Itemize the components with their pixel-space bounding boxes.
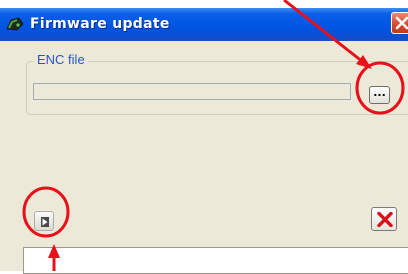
enc-file-label: ENC file (34, 52, 88, 67)
title-bar[interactable]: Firmware update (0, 8, 408, 41)
firmware-chip-icon (5, 16, 25, 32)
status-field (23, 247, 408, 274)
start-update-button[interactable] (34, 211, 54, 231)
firmware-update-window: Firmware update ENC file ... (0, 8, 408, 274)
cancel-button[interactable] (371, 207, 397, 231)
close-window-button[interactable] (391, 12, 408, 34)
play-icon (41, 217, 49, 227)
enc-file-path-field[interactable] (33, 83, 351, 100)
browse-button[interactable]: ... (369, 86, 390, 104)
window-title: Firmware update (30, 16, 170, 32)
red-x-icon (377, 212, 393, 227)
close-icon (395, 16, 408, 30)
